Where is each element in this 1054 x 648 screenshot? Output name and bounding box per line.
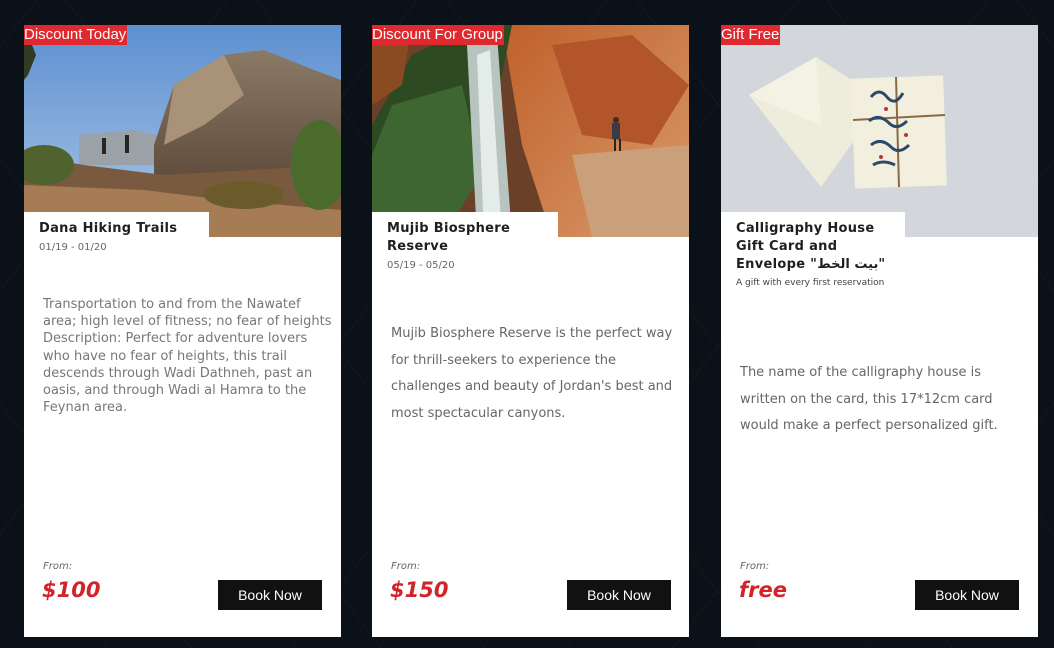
gift-image[interactable]: [721, 25, 1038, 237]
tour-description: Transportation to and from the Nawatef a…: [43, 297, 332, 416]
title-box: Calligraphy House Gift Card and Envelope…: [721, 212, 905, 291]
gift-note: A gift with every first reservation: [736, 278, 885, 288]
book-now-button[interactable]: Book Now: [915, 580, 1019, 610]
title-box: Mujib Biosphere Reserve 05/19 - 05/20: [372, 212, 558, 274]
gift-description: The name of the calligraphy house is wri…: [740, 365, 998, 433]
from-label: From:: [391, 561, 421, 572]
tour-title[interactable]: Dana Hiking Trails: [39, 220, 197, 238]
book-now-button[interactable]: Book Now: [567, 580, 671, 610]
tour-price: $100: [42, 578, 101, 602]
discount-tag: Discount Today: [24, 25, 128, 45]
from-label: From:: [43, 561, 73, 572]
from-label: From:: [740, 561, 770, 572]
discount-tag: Discount For Group: [372, 25, 504, 45]
book-now-button[interactable]: Book Now: [218, 580, 322, 610]
gift-card[interactable]: Gift Free Calligraphy House Gift Card an…: [721, 25, 1038, 637]
tour-card-dana[interactable]: Discount Today Dana Hiking Trails 01/19 …: [24, 25, 341, 637]
tour-title[interactable]: Mujib Biosphere Reserve: [387, 220, 546, 256]
tour-image-dana[interactable]: [24, 25, 341, 237]
tour-image-mujib[interactable]: [372, 25, 689, 237]
tour-price: $150: [390, 578, 449, 602]
tour-dates: 05/19 - 05/20: [387, 260, 455, 271]
title-box: Dana Hiking Trails 01/19 - 01/20: [24, 212, 209, 256]
gift-tag: Gift Free: [721, 25, 781, 45]
page: Discount Today Dana Hiking Trails 01/19 …: [0, 0, 1054, 648]
gift-title[interactable]: Calligraphy House Gift Card and Envelope…: [736, 220, 893, 274]
tour-dates: 01/19 - 01/20: [39, 242, 107, 253]
gift-price: free: [739, 578, 787, 602]
tour-card-mujib[interactable]: Discount For Group Mujib Biosphere Reser…: [372, 25, 689, 637]
tour-description: Mujib Biosphere Reserve is the perfect w…: [391, 326, 673, 421]
